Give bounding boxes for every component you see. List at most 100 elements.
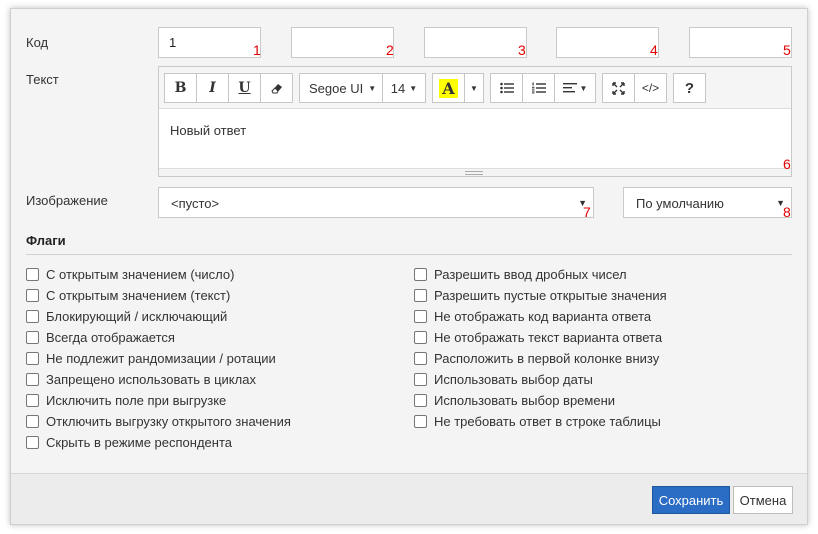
checkbox-icon[interactable]: [414, 331, 427, 344]
flag-checkbox[interactable]: Скрыть в режиме респондента: [26, 435, 232, 450]
paragraph-align-dropdown[interactable]: ▼: [554, 73, 596, 103]
flag-checkbox[interactable]: Использовать выбор даты: [414, 372, 593, 387]
image-select[interactable]: <пусто> ▼: [158, 187, 594, 218]
flag-label: Разрешить ввод дробных чисел: [434, 267, 627, 282]
checkbox-icon[interactable]: [26, 373, 39, 386]
checkbox-icon[interactable]: [26, 436, 39, 449]
flag-checkbox[interactable]: С открытым значением (число): [26, 267, 234, 282]
fullscreen-icon: [612, 81, 625, 95]
flag-label: Разрешить пустые открытые значения: [434, 288, 667, 303]
text-label: Текст: [26, 72, 59, 87]
clear-format-button[interactable]: [260, 73, 293, 103]
code-view-button[interactable]: </>: [634, 73, 667, 103]
flag-checkbox[interactable]: Отключить выгрузку открытого значения: [26, 414, 291, 429]
code-field-3-marker: 3: [518, 42, 526, 58]
checkbox-icon[interactable]: [414, 373, 427, 386]
flag-checkbox[interactable]: Исключить поле при выгрузке: [26, 393, 226, 408]
grip-icon: [465, 171, 483, 175]
flag-label: Всегда отображается: [46, 330, 175, 345]
unordered-list-button[interactable]: [490, 73, 523, 103]
flag-checkbox[interactable]: Использовать выбор времени: [414, 393, 615, 408]
save-button[interactable]: Сохранить: [652, 486, 730, 514]
underline-label: U: [238, 80, 251, 96]
flag-checkbox[interactable]: Разрешить ввод дробных чисел: [414, 267, 627, 282]
checkbox-icon[interactable]: [26, 268, 39, 281]
flag-label: Запрещено использовать в циклах: [46, 372, 256, 387]
caret-down-icon: ▼: [470, 83, 478, 93]
flag-checkbox[interactable]: Блокирующий / исключающий: [26, 309, 227, 324]
image-label: Изображение: [26, 193, 108, 208]
fullscreen-button[interactable]: [602, 73, 635, 103]
image-select-value: <пусто>: [171, 196, 220, 211]
checkbox-icon[interactable]: [26, 331, 39, 344]
flag-label: Исключить поле при выгрузке: [46, 393, 227, 408]
checkbox-icon[interactable]: [414, 268, 427, 281]
flags-heading: Флаги: [26, 233, 66, 248]
flag-checkbox[interactable]: С открытым значением (текст): [26, 288, 230, 303]
font-size-dropdown[interactable]: 14 ▼: [382, 73, 426, 103]
code-field-4[interactable]: [556, 27, 659, 58]
checkbox-icon[interactable]: [26, 289, 39, 302]
flag-checkbox[interactable]: Не отображать код варианта ответа: [414, 309, 651, 324]
checkbox-icon[interactable]: [26, 310, 39, 323]
checkbox-icon[interactable]: [414, 415, 427, 428]
flag-checkbox[interactable]: Всегда отображается: [26, 330, 175, 345]
rich-text-editor: B I U Segoe UI ▼ 14 ▼ A ▼ ▼ </> ? Новый …: [158, 66, 792, 177]
underline-button[interactable]: U: [228, 73, 261, 103]
flag-label: С открытым значением (число): [46, 267, 235, 282]
italic-button[interactable]: I: [196, 73, 229, 103]
code-view-icon: </>: [641, 81, 660, 95]
checkbox-icon[interactable]: [414, 394, 427, 407]
code-field-4-marker: 4: [650, 42, 658, 58]
code-field-1-marker: 1: [253, 42, 261, 58]
code-field-3[interactable]: [424, 27, 527, 58]
checkbox-icon[interactable]: [26, 352, 39, 365]
text-color-dropdown[interactable]: ▼: [464, 73, 484, 103]
flag-checkbox[interactable]: Не отображать текст варианта ответа: [414, 330, 662, 345]
flag-checkbox[interactable]: Запрещено использовать в циклах: [26, 372, 256, 387]
flag-label: Использовать выбор даты: [434, 372, 593, 387]
checkbox-icon[interactable]: [26, 415, 39, 428]
flag-checkbox[interactable]: Не требовать ответ в строке таблицы: [414, 414, 661, 429]
align-left-icon: [562, 83, 577, 93]
help-icon: ?: [684, 79, 695, 97]
text-color-button[interactable]: A: [432, 73, 465, 103]
editor-content[interactable]: Новый ответ: [159, 109, 791, 170]
alignment-select-value: По умолчанию: [636, 196, 724, 211]
font-size-value: 14: [390, 80, 406, 96]
bullet-list-icon: [499, 82, 514, 94]
flag-label: Скрыть в режиме респондента: [46, 435, 232, 450]
checkbox-icon[interactable]: [26, 394, 39, 407]
bold-button[interactable]: B: [164, 73, 197, 103]
help-button[interactable]: ?: [673, 73, 706, 103]
flag-label: Не подлежит рандомизации / ротации: [46, 351, 276, 366]
font-family-value: Segoe UI: [309, 80, 364, 96]
flag-checkbox[interactable]: Не подлежит рандомизации / ротации: [26, 351, 276, 366]
code-field-5-marker: 5: [783, 42, 791, 58]
checkbox-icon[interactable]: [414, 352, 427, 365]
flag-checkbox[interactable]: Разрешить пустые открытые значения: [414, 288, 667, 303]
ordered-list-button[interactable]: [522, 73, 555, 103]
text-color-letter: A: [439, 78, 458, 98]
checkbox-icon[interactable]: [414, 289, 427, 302]
cancel-button[interactable]: Отмена: [733, 486, 793, 514]
eraser-icon: [270, 84, 282, 94]
answer-dialog: Код 1 1 2 3 4 5 Текст B I U Segoe UI ▼ 1…: [10, 8, 808, 525]
code-field-2[interactable]: [291, 27, 394, 58]
image-select-marker: 7: [583, 204, 591, 220]
flag-label: С открытым значением (текст): [46, 288, 231, 303]
bold-label: B: [174, 80, 187, 96]
caret-down-icon: ▼: [579, 83, 588, 93]
alignment-select[interactable]: По умолчанию ▼: [623, 187, 792, 218]
flag-label: Не требовать ответ в строке таблицы: [434, 414, 661, 429]
numbered-list-icon: [531, 82, 546, 94]
flag-checkbox[interactable]: Расположить в первой колонке внизу: [414, 351, 659, 366]
checkbox-icon[interactable]: [414, 310, 427, 323]
caret-down-icon: ▼: [368, 83, 377, 93]
flag-label: Отключить выгрузку открытого значения: [46, 414, 291, 429]
code-field-1[interactable]: 1: [158, 27, 261, 58]
code-field-5[interactable]: [689, 27, 792, 58]
flag-label: Не отображать код варианта ответа: [434, 309, 652, 324]
editor-resize-handle[interactable]: [159, 168, 791, 176]
font-family-dropdown[interactable]: Segoe UI ▼: [299, 73, 383, 103]
